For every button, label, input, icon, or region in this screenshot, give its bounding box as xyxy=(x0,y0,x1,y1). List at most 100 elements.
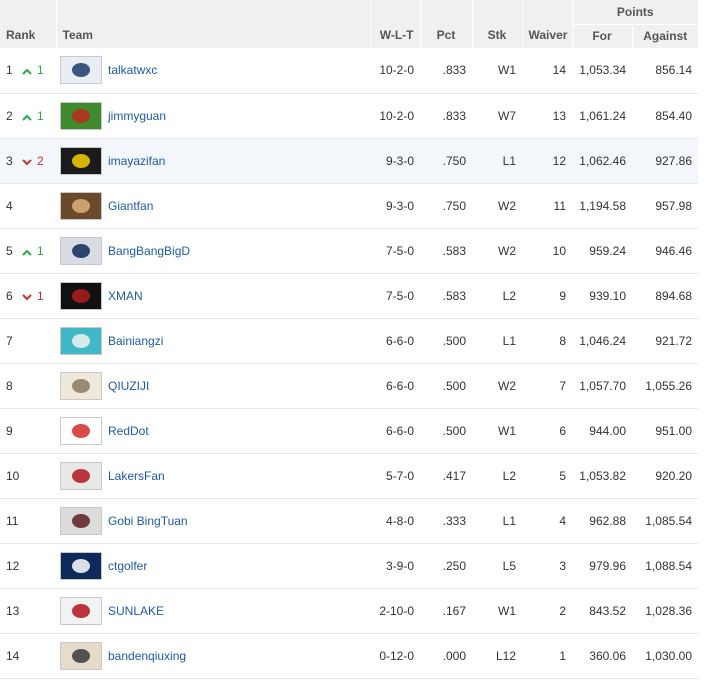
waiver-cell: 12 xyxy=(522,138,572,184)
streak-cell: L1 xyxy=(472,318,522,364)
team-name-link[interactable]: QIUZIJI xyxy=(108,379,149,393)
ohio-state-logo[interactable] xyxy=(60,461,102,490)
points-group-header: Points xyxy=(571,0,699,25)
patriots-logo[interactable] xyxy=(60,56,102,85)
points-for-cell: 843.52 xyxy=(572,588,632,634)
49ers-logo[interactable] xyxy=(60,596,102,625)
rank-cell: 61 xyxy=(0,273,56,319)
old-man-logo[interactable] xyxy=(60,371,102,400)
rank-change-value: 1 xyxy=(37,108,44,123)
team-name-link[interactable]: LakersFan xyxy=(108,469,165,483)
points-for-cell: 959.24 xyxy=(572,228,632,274)
rank-change-value: 1 xyxy=(37,288,44,303)
team-name-link[interactable]: ctgolfer xyxy=(108,559,147,573)
waiver-cell: 14 xyxy=(522,48,572,94)
oregon-o-logo[interactable] xyxy=(60,146,102,175)
rank-value: 4 xyxy=(6,198,13,213)
waiver-cell: 13 xyxy=(522,93,572,139)
pct-cell: .500 xyxy=(420,408,472,454)
wlt-cell: 4-8-0 xyxy=(370,498,420,544)
team-cell: bandenqiuxing xyxy=(56,633,370,679)
team-name-link[interactable]: Bainiangzi xyxy=(108,334,163,348)
pct-cell: .500 xyxy=(420,363,472,409)
warrior-portrait-logo[interactable] xyxy=(60,191,102,220)
team-name-link[interactable]: XMAN xyxy=(108,289,143,303)
table-row: 14 bandenqiuxing 0-12-0.000 L12 1 360.06 1,030… xyxy=(0,633,699,679)
table-row: 9 RedDot 6-6-0.500 W1 6 944.00 951.00 xyxy=(0,408,699,454)
badge-logo[interactable] xyxy=(60,641,102,670)
team-name-link[interactable]: RedDot xyxy=(108,424,149,438)
pct-cell: .500 xyxy=(420,318,472,364)
team-name-link[interactable]: jimmyguan xyxy=(108,109,166,123)
wlt-cell: 3-9-0 xyxy=(370,543,420,589)
waiver-cell: 2 xyxy=(522,588,572,634)
waiver-cell: 7 xyxy=(522,363,572,409)
points-against-header[interactable]: Against xyxy=(631,24,699,48)
rank-change-down: 2 xyxy=(22,154,44,168)
pct-cell: .583 xyxy=(420,273,472,319)
team-name-link[interactable]: imayazifan xyxy=(108,154,165,168)
team-cell: QIUZIJI xyxy=(56,363,370,409)
streak-cell: L5 xyxy=(472,543,522,589)
wlt-cell: 7-5-0 xyxy=(370,273,420,319)
rank-cell: 7 xyxy=(0,318,56,364)
table-row: 4 Giantfan 9-3-0.750 W2 11 1,194.58 957.98 xyxy=(0,183,699,229)
chevron-up-icon xyxy=(22,109,37,123)
points-for-header[interactable]: For xyxy=(571,24,632,48)
points-for-cell: 1,053.82 xyxy=(572,453,632,499)
points-against-cell: 1,055.26 xyxy=(632,363,699,409)
wlt-cell: 6-6-0 xyxy=(370,408,420,454)
points-against-cell: 1,028.36 xyxy=(632,588,699,634)
wlt-cell: 6-6-0 xyxy=(370,363,420,409)
uconn-husky-logo[interactable] xyxy=(60,551,102,580)
team-name-link[interactable]: talkatwxc xyxy=(108,63,157,77)
wlt-cell: 9-3-0 xyxy=(370,183,420,229)
wlt-cell: 2-10-0 xyxy=(370,588,420,634)
waiver-cell: 6 xyxy=(522,408,572,454)
rank-value: 6 xyxy=(6,288,13,303)
rank-cell: 12 xyxy=(0,543,56,589)
streak-cell: L2 xyxy=(472,453,522,499)
streak-header[interactable]: Stk xyxy=(471,0,522,48)
xman-logo[interactable] xyxy=(60,281,102,310)
logo-mark xyxy=(72,558,90,573)
team-cell: jimmyguan xyxy=(56,93,370,139)
streak-cell: W1 xyxy=(472,48,522,94)
rank-value: 9 xyxy=(6,423,13,438)
helmet-logo[interactable] xyxy=(60,506,102,535)
cowboys-star-logo[interactable] xyxy=(60,236,102,265)
standings-table: Rank Team W-L-T Pct Stk Waiver Points Fo… xyxy=(0,0,699,679)
lobster-logo[interactable] xyxy=(60,101,102,130)
team-name-link[interactable]: Gobi BingTuan xyxy=(108,514,188,528)
wlt-cell: 5-7-0 xyxy=(370,453,420,499)
rank-value: 10 xyxy=(6,468,20,483)
team-name-link[interactable]: BangBangBigD xyxy=(108,244,190,258)
logo-mark xyxy=(72,288,90,303)
logo-mark xyxy=(72,63,90,78)
streak-cell: L1 xyxy=(472,138,522,184)
waiver-header[interactable]: Waiver xyxy=(521,0,572,48)
wlt-cell: 6-6-0 xyxy=(370,318,420,364)
team-name-link[interactable]: bandenqiuxing xyxy=(108,649,186,663)
team-cell: RedDot xyxy=(56,408,370,454)
pct-cell: .833 xyxy=(420,93,472,139)
reddot-logo[interactable] xyxy=(60,416,102,445)
waiver-cell: 8 xyxy=(522,318,572,364)
wlt-header[interactable]: W-L-T xyxy=(369,0,420,48)
wlt-cell: 10-2-0 xyxy=(370,48,420,94)
streak-cell: W7 xyxy=(472,93,522,139)
logo-mark xyxy=(72,243,90,258)
rank-cell: 13 xyxy=(0,588,56,634)
rank-value: 12 xyxy=(6,558,20,573)
rank-header[interactable]: Rank xyxy=(0,0,56,48)
streak-cell: W1 xyxy=(472,588,522,634)
rank-value: 1 xyxy=(6,63,13,78)
pct-header[interactable]: Pct xyxy=(419,0,472,48)
rank-cell: 32 xyxy=(0,138,56,184)
white-lady-logo[interactable] xyxy=(60,326,102,355)
table-row: 12 ctgolfer 3-9-0.250 L5 3 979.96 1,088.54 xyxy=(0,543,699,589)
points-for-cell: 1,046.24 xyxy=(572,318,632,364)
team-name-link[interactable]: Giantfan xyxy=(108,199,153,213)
team-header[interactable]: Team xyxy=(55,0,370,48)
team-name-link[interactable]: SUNLAKE xyxy=(108,604,164,618)
